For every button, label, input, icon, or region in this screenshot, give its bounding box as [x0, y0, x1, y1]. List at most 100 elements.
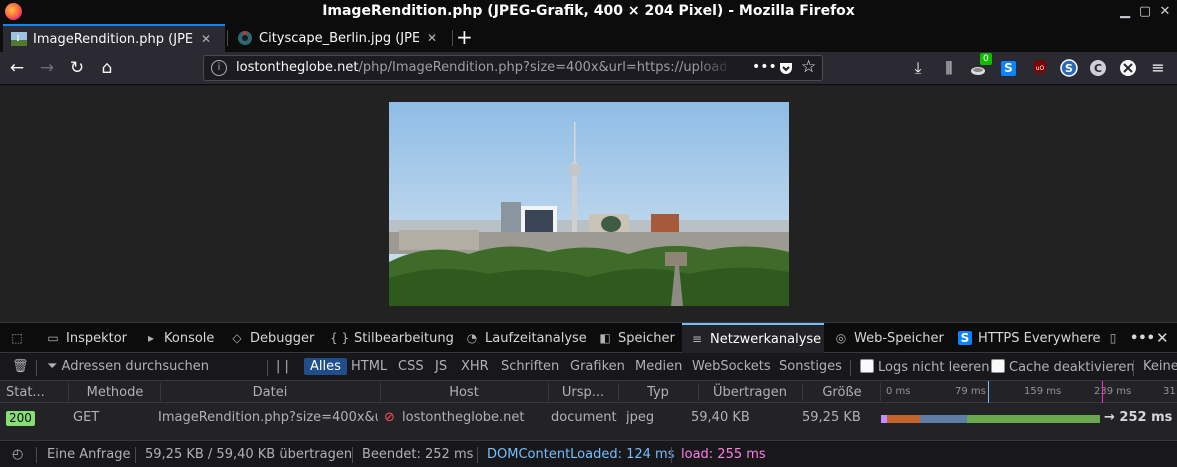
back-button[interactable]: ←: [7, 58, 27, 78]
column-transferred[interactable]: Übertragen: [698, 385, 802, 400]
svg-text:S: S: [1065, 62, 1073, 75]
x-circle-extension-icon[interactable]: [1119, 59, 1137, 77]
column-divider: [68, 383, 69, 401]
url-path: /php/ImageRendition.php?size=400x&url=ht…: [358, 60, 727, 75]
tab-speicher[interactable]: ◧ Speicher: [598, 323, 675, 353]
page-actions-icon[interactable]: •••: [752, 59, 777, 75]
filter-fonts-button[interactable]: Schriften: [501, 359, 559, 374]
forward-button[interactable]: →: [37, 58, 57, 78]
home-button[interactable]: ⌂: [97, 58, 117, 78]
memory-icon: ◧: [599, 331, 611, 345]
timeline-tick: 0 ms: [886, 386, 911, 397]
tab-inspektor[interactable]: ▭ Inspektor: [46, 323, 127, 353]
pocket-icon[interactable]: [778, 60, 794, 76]
throttling-select[interactable]: Keine: [1143, 359, 1177, 374]
tab-label: HTTPS Everywhere: [978, 330, 1101, 346]
trash-icon[interactable]: 🗑: [12, 359, 29, 374]
status-divider: [135, 447, 136, 463]
column-cause[interactable]: Ursp...: [548, 385, 618, 400]
checkbox-label: Logs nicht leeren: [878, 360, 990, 375]
maximize-button[interactable]: ▢: [1137, 4, 1153, 20]
disable-cache-checkbox[interactable]: Cache deaktivieren: [991, 359, 1135, 375]
filter-all-button[interactable]: Alles: [304, 358, 347, 375]
request-cause: document: [551, 410, 617, 425]
tab-label: Laufzeitanalyse: [485, 330, 587, 346]
pause-button[interactable]: | |: [276, 359, 289, 374]
column-host[interactable]: Host: [380, 385, 548, 400]
dock-side-icon[interactable]: ▯: [1106, 323, 1126, 353]
filter-js-button[interactable]: JS: [435, 359, 447, 374]
finish-time: Beendet: 252 ms: [362, 447, 474, 462]
tab-stilbearbeitung[interactable]: { } Stilbearbeitung: [330, 323, 454, 353]
hamburger-menu-icon[interactable]: ≡: [1149, 59, 1167, 77]
reload-button[interactable]: ↻: [67, 58, 87, 78]
tab-netzwerkanalyse[interactable]: ≡ Netzwerkanalyse: [682, 323, 824, 353]
toolbar-divider: [1133, 360, 1134, 376]
close-devtools-icon[interactable]: ✕: [1156, 323, 1169, 353]
request-host: lostontheglobe.net: [402, 410, 525, 425]
load-time: load: 255 ms: [681, 447, 766, 462]
debugger-icon: ◇: [232, 331, 242, 345]
status-divider: [36, 447, 37, 463]
column-size[interactable]: Größe: [802, 385, 882, 400]
extension-badge: 0: [980, 53, 992, 65]
library-icon[interactable]: ⫼: [940, 59, 958, 77]
column-status[interactable]: Stat...: [6, 385, 66, 400]
filter-websockets-button[interactable]: WebSockets: [692, 359, 771, 374]
title-bar: ImageRendition.php (JPEG-Grafik, 400 × 2…: [0, 0, 1177, 24]
persist-logs-checkbox[interactable]: Logs nicht leeren: [860, 359, 990, 375]
column-type[interactable]: Typ: [618, 385, 698, 400]
image-thumbnail-icon: [11, 32, 27, 46]
tab-cityscape-berlin[interactable]: Cityscape_Berlin.jpg (JPEG-Grafik) ✕: [229, 24, 451, 52]
url-text[interactable]: lostontheglobe.net/php/ImageRendition.ph…: [236, 60, 726, 75]
request-row[interactable]: 200 GET ImageRendition.php?size=400x&url…: [0, 403, 1177, 433]
funnel-icon: ⏷: [47, 359, 62, 374]
request-count: Eine Anfrage: [47, 447, 131, 462]
tab-divider: [227, 30, 228, 46]
filter-html-button[interactable]: HTML: [351, 359, 387, 374]
minimize-button[interactable]: ▁: [1117, 4, 1133, 20]
tab-image-rendition[interactable]: ImageRendition.php (JPEG-Grafik, 400 × 2…: [3, 24, 225, 52]
devtools-tab-bar: ⬚ ▭ Inspektor ▸ Konsole ◇ Debugger { } Stilb…: [0, 323, 1177, 353]
timeline-tick: 31: [1163, 386, 1176, 397]
column-file[interactable]: Datei: [160, 385, 380, 400]
status-divider: [352, 447, 353, 463]
filter-xhr-button[interactable]: XHR: [461, 359, 489, 374]
tab-close-icon[interactable]: ✕: [201, 32, 211, 46]
filter-css-button[interactable]: CSS: [398, 359, 424, 374]
filter-media-button[interactable]: Medien: [635, 359, 682, 374]
tab-laufzeitanalyse[interactable]: ◔ Laufzeitanalyse: [465, 323, 587, 353]
https-everywhere-icon: S: [958, 331, 972, 345]
tab-label: ImageRendition.php (JPEG-Grafik, 400 × 2…: [33, 31, 193, 47]
tab-web-speicher[interactable]: ◎ Web-Speicher: [834, 323, 944, 353]
new-tab-button[interactable]: +: [456, 27, 473, 47]
close-window-button[interactable]: ✕: [1157, 4, 1173, 20]
element-picker-icon[interactable]: ⬚: [10, 323, 30, 353]
filter-other-button[interactable]: Sonstiges: [779, 359, 842, 374]
tab-label: Stilbearbeitung: [354, 330, 454, 346]
bookmark-star-icon[interactable]: ☆: [801, 57, 816, 77]
tab-divider: [452, 30, 453, 46]
berlin-cityscape-image: [389, 102, 789, 306]
toolbar-divider: [267, 360, 268, 376]
s-circle-extension-icon[interactable]: S: [1060, 59, 1078, 77]
checkbox-box: [860, 359, 874, 373]
site-info-icon[interactable]: i: [211, 60, 227, 76]
status-badge: 200: [6, 411, 35, 426]
ublock-icon[interactable]: uO: [1031, 59, 1049, 77]
downloads-icon[interactable]: ⤓: [909, 59, 927, 77]
filter-urls-input[interactable]: ⏷ Adressen durchsuchen: [47, 359, 209, 374]
tab-konsole[interactable]: ▸ Konsole: [144, 323, 214, 353]
filter-images-button[interactable]: Grafiken: [570, 359, 625, 374]
performance-analysis-icon[interactable]: ◴: [12, 447, 23, 462]
domcontentloaded-time: DOMContentLoaded: 124 ms: [487, 447, 675, 462]
devtools-panel: ⬚ ▭ Inspektor ▸ Konsole ◇ Debugger { } Stilb…: [0, 322, 1177, 467]
url-bar[interactable]: i lostontheglobe.net/php/ImageRendition.…: [203, 55, 823, 81]
https-everywhere-icon[interactable]: S: [1001, 61, 1016, 76]
tab-https-everywhere[interactable]: S HTTPS Everywhere: [958, 323, 1101, 353]
more-options-icon[interactable]: •••: [1130, 323, 1155, 353]
tab-debugger[interactable]: ◇ Debugger: [230, 323, 314, 353]
tab-close-icon[interactable]: ✕: [427, 31, 437, 45]
c-circle-extension-icon[interactable]: C: [1089, 59, 1107, 77]
column-method[interactable]: Methode: [70, 385, 160, 400]
